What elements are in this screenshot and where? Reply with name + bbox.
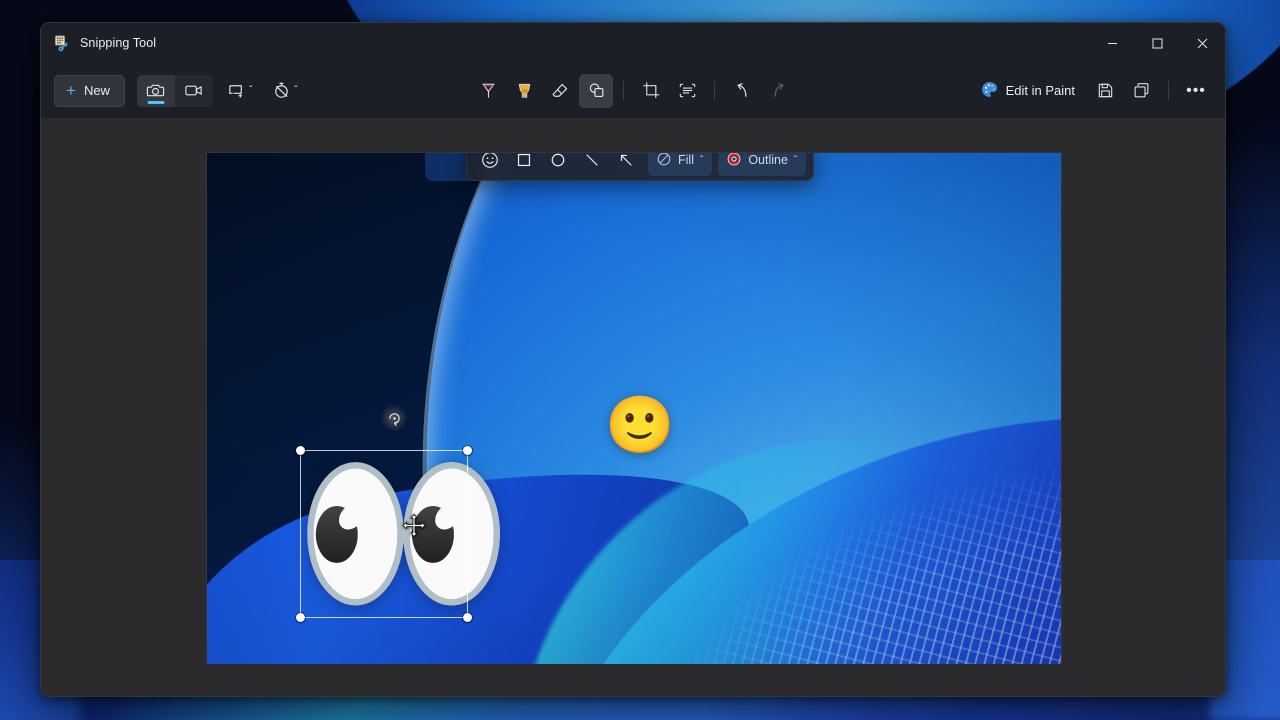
- snipping-tool-window: Snipping Tool + New ˇ ˇ Edit in Paint ••…: [40, 22, 1226, 697]
- canvas-blue-swoosh: [455, 348, 1061, 696]
- editor-content: 🙂 👀 Fill ˇ Outline ˇ: [41, 119, 1225, 696]
- chevron-down-icon: ˇ: [248, 85, 253, 96]
- canvas-teal-highlight: [449, 396, 1061, 696]
- video-mode-button[interactable]: [175, 75, 213, 107]
- chevron-down-icon: ˇ: [793, 154, 798, 166]
- line-shape-button[interactable]: [576, 153, 608, 176]
- chevron-down-icon: ˇ: [699, 154, 704, 166]
- outline-style-button[interactable]: Outline ˇ: [718, 153, 807, 176]
- snapshot-mode-button[interactable]: [136, 74, 175, 107]
- fill-label: Fill: [678, 153, 694, 167]
- snip-canvas[interactable]: 🙂 👀 Fill ˇ Outline ˇ: [207, 153, 1061, 696]
- fill-style-button[interactable]: Fill ˇ: [648, 153, 713, 176]
- shapes-flyout-toolbar: Fill ˇ Outline ˇ: [466, 153, 815, 181]
- outline-label: Outline: [748, 153, 788, 167]
- no-fill-icon: [656, 153, 672, 170]
- outline-color-icon: [726, 153, 742, 170]
- paint-palette-icon: [981, 81, 998, 101]
- title-bar: Snipping Tool: [41, 23, 1225, 63]
- redo-button[interactable]: [761, 74, 795, 108]
- capture-mode-group: [136, 74, 213, 107]
- undo-button[interactable]: [725, 74, 759, 108]
- ballpoint-pen-tool[interactable]: [471, 74, 505, 108]
- text-actions-tool[interactable]: [670, 74, 704, 108]
- arrow-shape-button[interactable]: [610, 153, 642, 176]
- title-bar-left: Snipping Tool: [41, 35, 156, 52]
- highlighter-tool[interactable]: [507, 74, 541, 108]
- new-snip-button[interactable]: + New: [54, 74, 125, 107]
- rotate-handle[interactable]: [381, 405, 407, 431]
- move-cursor-icon: [401, 513, 427, 539]
- more-options-button[interactable]: •••: [1179, 74, 1213, 108]
- resize-handle-top-right[interactable]: [463, 446, 472, 455]
- delay-dropdown[interactable]: ˇ: [266, 75, 303, 107]
- plus-icon: +: [66, 81, 76, 100]
- toolbar-divider: [1168, 80, 1169, 101]
- sticker-smiley[interactable]: 🙂: [605, 397, 675, 453]
- crop-tool[interactable]: [634, 74, 668, 108]
- edit-in-paint-label: Edit in Paint: [1005, 83, 1075, 98]
- maximize-button[interactable]: [1135, 23, 1180, 63]
- resize-handle-top-left[interactable]: [296, 446, 305, 455]
- resize-handle-bottom-right[interactable]: [463, 613, 472, 622]
- minimize-button[interactable]: [1090, 23, 1135, 63]
- desktop-background: Snipping Tool + New ˇ ˇ Edit in Paint ••…: [0, 0, 1280, 720]
- emoji-shape-button[interactable]: [474, 153, 506, 176]
- copy-button[interactable]: [1124, 74, 1158, 108]
- eraser-tool[interactable]: [543, 74, 577, 108]
- new-snip-label: New: [83, 83, 110, 98]
- window-title: Snipping Tool: [80, 36, 157, 50]
- toolbar-divider: [623, 80, 624, 101]
- window-controls: [1090, 23, 1225, 63]
- sticker-eyes-selection[interactable]: 👀: [294, 446, 513, 622]
- annotation-tools: [471, 73, 795, 108]
- selection-rectangle: [296, 446, 472, 622]
- close-button[interactable]: [1180, 23, 1225, 63]
- snip-shape-dropdown[interactable]: ˇ: [221, 75, 258, 107]
- command-bar: + New ˇ ˇ Edit in Paint •••: [41, 63, 1225, 119]
- chevron-down-icon: ˇ: [294, 85, 298, 96]
- window-bottom-padding: [41, 664, 1225, 696]
- canvas-dot-texture: [489, 360, 1061, 696]
- edit-in-paint-button[interactable]: Edit in Paint: [970, 75, 1086, 107]
- square-shape-button[interactable]: [508, 153, 540, 176]
- snipping-tool-icon: [54, 35, 71, 52]
- command-bar-right: Edit in Paint •••: [970, 74, 1213, 108]
- resize-handle-bottom-left[interactable]: [296, 613, 305, 622]
- command-bar-left: + New ˇ ˇ: [41, 74, 304, 107]
- save-button[interactable]: [1088, 74, 1122, 108]
- shapes-tool[interactable]: [579, 73, 613, 108]
- toolbar-divider: [714, 80, 715, 101]
- circle-shape-button[interactable]: [542, 153, 574, 176]
